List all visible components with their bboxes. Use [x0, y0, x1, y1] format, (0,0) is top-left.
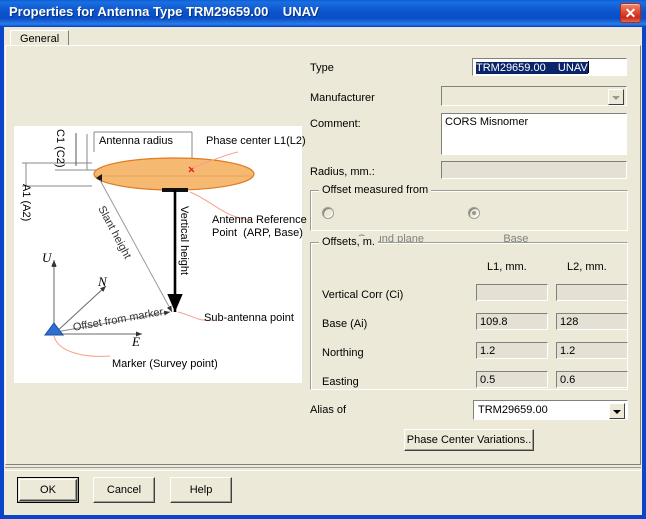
type-label: Type: [310, 62, 334, 74]
offsets-cell-value: 1.2: [480, 345, 496, 357]
diagram-label-axis-east: E: [132, 334, 140, 349]
alias-label: Alias of: [310, 404, 347, 416]
offsets-cell-l1[interactable]: [476, 284, 548, 301]
offsets-row-label: Vertical Corr (Ci): [322, 289, 404, 301]
diagram-label-phase-center: Phase center L1(L2): [206, 135, 306, 147]
offsets-row-label: Northing: [322, 347, 364, 359]
comment-label: Comment:: [310, 118, 361, 130]
text-caret: [587, 61, 589, 73]
offsets-group: Offsets, m. L1, mm. L2, mm. Vertical Cor…: [310, 236, 628, 390]
offsets-row-label: Easting: [322, 376, 359, 388]
offsets-cell-value: 0.5: [480, 374, 496, 386]
offsets-cell-l2[interactable]: [556, 284, 628, 301]
offsets-cell-l2[interactable]: 0.6: [556, 371, 628, 388]
manufacturer-combo[interactable]: [441, 86, 627, 106]
offset-measured-from-group: Offset measured from Ground plane Base: [310, 184, 628, 245]
offsets-row-label: Base (Ai): [322, 318, 368, 330]
close-button[interactable]: ✕: [620, 3, 641, 23]
comment-value: CORS Misnomer: [445, 116, 529, 128]
manufacturer-label: Manufacturer: [310, 92, 375, 104]
chevron-down-icon[interactable]: [609, 403, 625, 419]
diagram-label-a1: A1 (A2): [20, 184, 32, 222]
phase-center-variations-button[interactable]: Phase Center Variations..: [404, 429, 534, 451]
diagram-label-arp-line2: Point (ARP, Base): [212, 227, 303, 239]
offset-measured-from-title: Offset measured from: [319, 184, 432, 196]
window-title: Properties for Antenna Type TRM29659.00 …: [9, 4, 319, 19]
title-bar: Properties for Antenna Type TRM29659.00 …: [0, 0, 646, 27]
offsets-cell-l1[interactable]: 0.5: [476, 371, 548, 388]
offsets-column-l2: L2, mm.: [567, 261, 607, 273]
diagram-label-antenna-radius: Antenna radius: [99, 135, 173, 147]
chevron-down-icon[interactable]: [608, 89, 624, 105]
footer-divider: [5, 467, 641, 471]
ok-button-label: OK: [40, 483, 56, 496]
alias-combo-value: TRM29659.00: [478, 404, 548, 416]
radio-knob-icon: [322, 207, 334, 219]
radius-label: Radius, mm.:: [310, 166, 375, 178]
offsets-cell-value: 128: [560, 316, 579, 328]
alias-combo[interactable]: TRM29659.00: [473, 400, 628, 420]
cancel-button-label: Cancel: [106, 483, 142, 496]
offsets-cell-l2[interactable]: 128: [556, 313, 628, 330]
diagram-label-axis-up: U: [42, 250, 52, 265]
comment-textarea[interactable]: CORS Misnomer: [441, 113, 627, 155]
close-icon: ✕: [624, 5, 637, 21]
help-button[interactable]: Help: [170, 477, 232, 503]
diagram-label-vertical-height: Vertical height: [178, 206, 190, 276]
diagram-label-arp-line1: Antenna Reference: [212, 214, 307, 226]
diagram-label-marker: Marker (Survey point): [112, 358, 218, 370]
diagram-label-sub-antenna-point: Sub-antenna point: [204, 312, 294, 324]
radius-input[interactable]: [441, 161, 627, 179]
offsets-cell-l1[interactable]: 109.8: [476, 313, 548, 330]
offsets-column-l1: L1, mm.: [487, 261, 527, 273]
antenna-diagram: C1 (C2) A1 (A2) Antenna radius Phase cen…: [14, 126, 307, 383]
help-button-label: Help: [189, 483, 213, 496]
type-input-value: TRM29659.00 UNAV: [476, 62, 588, 74]
offsets-cell-value: 0.6: [560, 374, 576, 386]
offsets-cell-l2[interactable]: 1.2: [556, 342, 628, 359]
diagram-label-c1: C1 (C2): [54, 129, 66, 168]
diagram-label-axis-north: N: [98, 274, 107, 289]
ok-button[interactable]: OK: [17, 477, 79, 503]
type-input[interactable]: TRM29659.00 UNAV: [472, 58, 627, 76]
offsets-cell-value: 1.2: [560, 345, 576, 357]
phase-center-variations-label: Phase Center Variations..: [406, 433, 532, 446]
cancel-button[interactable]: Cancel: [93, 477, 155, 503]
radio-knob-icon: [468, 207, 480, 219]
offsets-cell-value: 109.8: [480, 316, 508, 328]
offsets-title: Offsets, m.: [319, 236, 378, 248]
antenna-properties-dialog: Properties for Antenna Type TRM29659.00 …: [0, 0, 646, 519]
offsets-cell-l1[interactable]: 1.2: [476, 342, 548, 359]
